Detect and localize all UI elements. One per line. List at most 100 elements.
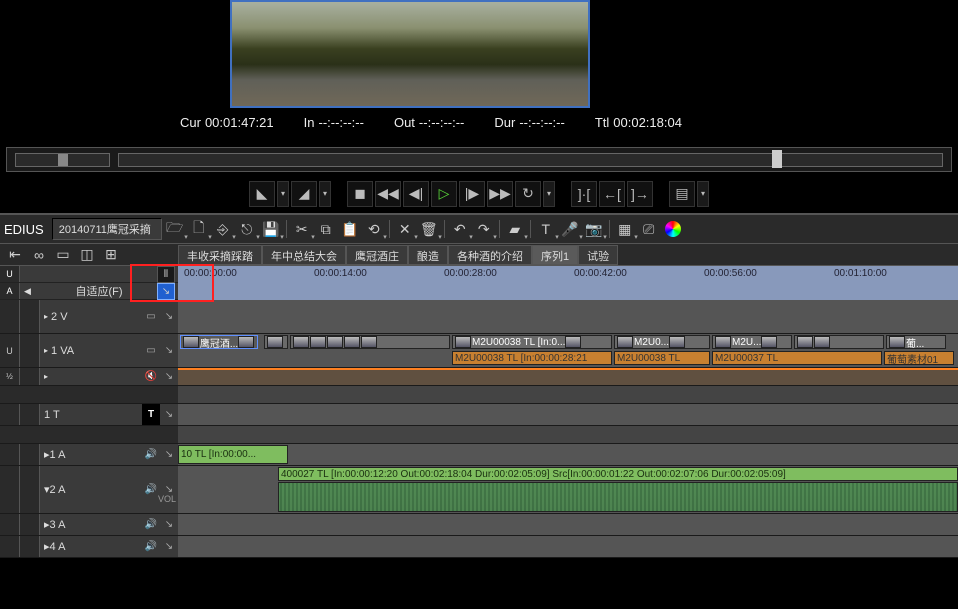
undo-button[interactable]: ↶ [449,218,471,240]
track-sync-icon[interactable]: ↘ [160,404,178,425]
clip-va1-e[interactable]: 葡... [886,335,946,349]
scale-selector[interactable]: ◀自适应(F)▶ [20,283,178,299]
sync-lock-button[interactable]: ◫ [76,244,98,266]
set-in-button[interactable]: ◣ [249,181,275,207]
transition-button[interactable]: ▰ [504,218,526,240]
track-label-2v[interactable]: ▸2 V [40,300,142,333]
clip-a2-wave[interactable] [278,482,958,512]
ffwd-button[interactable]: ▶▶ [487,181,513,207]
tab-6[interactable]: 试验 [578,245,618,265]
track-label-1a[interactable]: ▸1 A [40,444,142,465]
tab-4[interactable]: 各种酒的介绍 [448,245,532,265]
voiceover-button[interactable]: 🎤 [559,218,581,240]
tab-1[interactable]: 年中总结大会 [262,245,346,265]
speaker-icon[interactable]: 🔊 [142,444,160,465]
track-sync-icon[interactable]: ↘ [160,300,178,333]
speaker-icon[interactable]: 🔊 [142,514,160,535]
goto-out-button[interactable]: ]→ [627,181,653,207]
set-in-menu[interactable]: ▾ [277,181,289,207]
shuttle-slider[interactable] [15,153,110,167]
lock-header-top[interactable]: ⦀ [157,266,175,283]
clip-va1-a[interactable]: 鹰冠酒... [180,335,258,349]
tab-2[interactable]: 鹰冠酒庄 [346,245,408,265]
audio-patch-header[interactable]: A [0,283,20,299]
title-button[interactable]: T [535,218,557,240]
mixer-button[interactable]: ⎚ [638,218,660,240]
tab-0[interactable]: 丰收采摘踩踏 [178,245,262,265]
display-mode-menu[interactable]: ▾ [697,181,709,207]
loop-menu[interactable]: ▾ [543,181,555,207]
audio-mute-icon[interactable]: 🔇 [142,368,160,385]
speaker-icon[interactable]: 🔊 [142,536,160,557]
cut-button[interactable]: ✂ [291,218,313,240]
paste-button[interactable]: 📋 [339,218,361,240]
time-ruler[interactable]: 00:00:00:00 00:00:14:00 00:00:28:00 00:0… [178,266,958,300]
layout-button[interactable]: ▦ [614,218,636,240]
clip-va1-sub-b[interactable]: M2U00038 TL [614,351,710,365]
redo-button[interactable]: ↷ [473,218,495,240]
clip-a1[interactable]: 10 TL [In:00:00... [178,445,288,464]
playhead-marker[interactable] [772,150,782,168]
replace-button[interactable]: ⟲ [363,218,385,240]
delete-button[interactable]: 🗑 [418,218,440,240]
video-mute-icon[interactable]: ▭ [142,334,160,367]
position-slider[interactable] [118,153,943,167]
project-name-field[interactable]: 20140711鹰冠采摘 [52,218,162,240]
vectorscope-button[interactable] [665,221,681,237]
set-out-button[interactable]: ◢ [291,181,317,207]
clip-va1-t3[interactable] [794,335,884,349]
tab-3[interactable]: 酿造 [408,245,448,265]
razor-button[interactable]: ✕ [394,218,416,240]
clip-a2-label[interactable]: 400027 TL [In:00:00:12:20 Out:00:02:18:0… [278,467,958,481]
import-button[interactable]: ⎆ [212,218,234,240]
capture-button[interactable]: 📷 [583,218,605,240]
clip-va1-b[interactable]: M2U00038 TL [In:0... [452,335,612,349]
clip-va1-c[interactable]: M2U0... [614,335,710,349]
goto-in-button[interactable]: ←[ [599,181,625,207]
clip-va1-t2[interactable] [290,335,450,349]
copy-button[interactable]: ⧉ [315,218,337,240]
clip-va1-d[interactable]: M2U... [712,335,792,349]
set-out-menu[interactable]: ▾ [319,181,331,207]
track-label-1va[interactable]: ▸1 VA [40,334,142,367]
tab-5[interactable]: 序列1 [532,245,578,265]
snap-button[interactable]: ⊞ [100,244,122,266]
clip-va1-sub-c[interactable]: M2U00037 TL [712,351,882,365]
preview-frame[interactable] [230,0,590,108]
step-back-button[interactable]: ◀| [403,181,429,207]
track-sync-icon[interactable]: ↘ [160,466,178,513]
display-mode-button[interactable]: ▤ [669,181,695,207]
clip-va1-t1[interactable] [264,335,288,349]
track-1va-content[interactable]: 鹰冠酒... M2U00038 TL [In:0... M2U0... M2U.… [178,334,958,367]
insert-mode-button[interactable]: ⇤ [4,244,26,266]
scrub-bar[interactable] [6,147,952,172]
sync-lock-header[interactable]: ↘ [157,283,175,300]
track-sync-icon[interactable]: ↘ [160,536,178,557]
speaker-icon[interactable]: 🔊 [142,466,160,513]
track-1a-content[interactable]: 10 TL [In:00:00... [178,444,958,465]
track-sync-icon[interactable]: ↘ [160,368,178,385]
play-button[interactable]: ▷ [431,181,457,207]
track-label-2a[interactable]: ▾2 A [40,466,142,513]
track-label-3a[interactable]: ▸3 A [40,514,142,535]
clip-va1-sub-d[interactable]: 葡萄素材01 [884,351,954,365]
prev-edit-button[interactable]: ]·[ [571,181,597,207]
video-patch-header[interactable]: U [0,266,20,282]
open-button[interactable]: 🗁 [164,218,186,240]
title-track-icon[interactable]: T [142,404,160,425]
track-sync-icon[interactable]: ↘ [160,334,178,367]
rewind-button[interactable]: ◀◀ [375,181,401,207]
export-button[interactable]: ⎋ [236,218,258,240]
track-2a-content[interactable]: 400027 TL [In:00:00:12:20 Out:00:02:18:0… [178,466,958,513]
track-label-1t[interactable]: 1 T [40,404,142,425]
stop-button[interactable]: ◼ [347,181,373,207]
video-mute-icon[interactable]: ▭ [142,300,160,333]
overwrite-mode-button[interactable]: ∞ [28,244,50,266]
clip-va1-sub-a[interactable]: M2U00038 TL [In:00:00:28:21 [452,351,612,365]
new-button[interactable]: 🗋 [188,218,210,240]
track-sync-icon[interactable]: ↘ [160,444,178,465]
step-fwd-button[interactable]: |▶ [459,181,485,207]
save-button[interactable]: 💾 [260,218,282,240]
loop-button[interactable]: ↻ [515,181,541,207]
ripple-button[interactable]: ▭ [52,244,74,266]
